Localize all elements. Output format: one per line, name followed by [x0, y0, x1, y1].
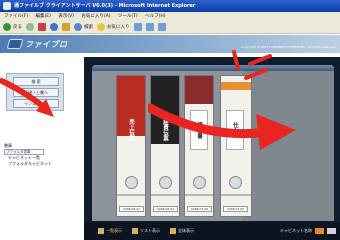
detail-view-icon — [132, 228, 138, 234]
home-button[interactable] — [62, 22, 70, 32]
star-icon — [97, 23, 105, 31]
print-icon — [157, 23, 166, 31]
binder-finger-hole-icon — [193, 176, 206, 189]
binder-finger-hole-icon — [125, 176, 138, 189]
tree-item-folder-cabinet[interactable]: ブフォルダキャビネット — [4, 161, 78, 167]
menu-view[interactable]: 表示(V) — [58, 14, 74, 19]
menu-file[interactable]: ファイル(F) — [4, 14, 28, 19]
detail-view-button[interactable]: リスト表示 — [132, 228, 160, 234]
browser-toolbar: 戻る 検索 お気に入り — [0, 21, 340, 34]
cabinet-tree: 書庫 ブフォルダ書庫 キャビネット一覧 ブフォルダキャビネット — [4, 143, 78, 167]
stop-icon — [38, 23, 46, 31]
list-view-label: 一覧表示 — [106, 228, 122, 233]
binder-stripe — [151, 194, 179, 196]
back-arrow-icon — [3, 23, 11, 31]
logo-text: ファイブロ — [25, 39, 68, 49]
binder-date: 2008.06.04 — [153, 206, 178, 212]
title-bar: 通ファイルブ クライアントサーバ V6.0(3) - Microsoft Int… — [0, 0, 340, 12]
sort-desc-button[interactable] — [327, 228, 336, 234]
menu-tools[interactable]: ツール(T) — [118, 14, 138, 19]
binder-stripe — [117, 194, 145, 196]
home-icon — [62, 23, 70, 31]
search-label: 検索 — [84, 25, 93, 30]
binder-date: 2008.07.06 — [187, 206, 212, 212]
favorites-button[interactable]: お気に入り — [97, 22, 130, 32]
page-header: ファイブロ Copyright © 2007 CONCORD SYSTEMS I… — [0, 35, 340, 53]
attention-marks-icon — [232, 50, 272, 80]
mail-button[interactable] — [145, 22, 154, 32]
annotation-arrow-left-icon — [0, 78, 54, 117]
list-view-button[interactable]: 一覧表示 — [98, 228, 122, 234]
browser-window: 通ファイルブ クライアントサーバ V6.0(3) - Microsoft Int… — [0, 0, 340, 240]
history-icon — [133, 23, 142, 31]
refresh-icon — [50, 23, 58, 31]
menu-bar: ファイル(F) 編集(E) 表示(V) お気に入り(A) ツール(T) ヘルプ(… — [0, 12, 340, 21]
binder-sales-slips[interactable]: 売上伝票 2008.06.01 — [116, 75, 146, 217]
sort-controls: キャビネット名称 — [280, 228, 340, 234]
full-view-button[interactable]: 全体表示 — [170, 228, 194, 234]
back-button[interactable]: 戻る — [3, 22, 22, 32]
annotation-arrow-main-icon — [148, 103, 296, 150]
binder-cap — [221, 82, 251, 90]
binder-finger-hole-icon — [159, 176, 172, 189]
full-view-label: 全体表示 — [178, 228, 194, 233]
logo: ファイブロ — [6, 38, 68, 50]
binder-label: 売上伝票 — [128, 119, 134, 141]
binder-finger-hole-icon — [229, 176, 242, 189]
menu-help[interactable]: ヘルプ(H) — [145, 14, 165, 19]
back-label: 戻る — [13, 25, 22, 30]
sort-asc-button[interactable] — [315, 228, 324, 234]
stop-button[interactable] — [38, 22, 46, 32]
ie-icon — [3, 2, 11, 10]
binder-stripe — [221, 194, 251, 196]
menu-favorites[interactable]: お気に入り(A) — [81, 14, 110, 19]
sort-label: キャビネット名称 — [280, 228, 312, 233]
refresh-button[interactable] — [50, 22, 58, 32]
detail-view-label: リスト表示 — [140, 228, 160, 233]
search-icon — [74, 23, 82, 31]
favorites-label: お気に入り — [107, 25, 130, 30]
logo-mark-icon — [6, 39, 24, 49]
mail-icon — [145, 23, 154, 31]
window-title: 通ファイルブ クライアントサーバ V6.0(3) - Microsoft Int… — [14, 3, 196, 9]
menu-edit[interactable]: 編集(E) — [36, 14, 51, 19]
full-view-icon — [170, 228, 176, 234]
forward-arrow-icon — [26, 23, 34, 31]
forward-button[interactable] — [26, 22, 34, 32]
view-toolbar: 一覧表示 リスト表示 全体表示 キャビネット名称 — [84, 222, 340, 240]
print-button[interactable] — [157, 22, 166, 32]
search-button[interactable]: 検索 — [74, 22, 93, 32]
history-button[interactable] — [133, 22, 142, 32]
list-view-icon — [98, 228, 104, 234]
binder-stripe — [185, 194, 213, 196]
binder-date: 2008.06.01 — [119, 206, 144, 212]
binder-date: 2008.07.06 — [223, 206, 248, 212]
